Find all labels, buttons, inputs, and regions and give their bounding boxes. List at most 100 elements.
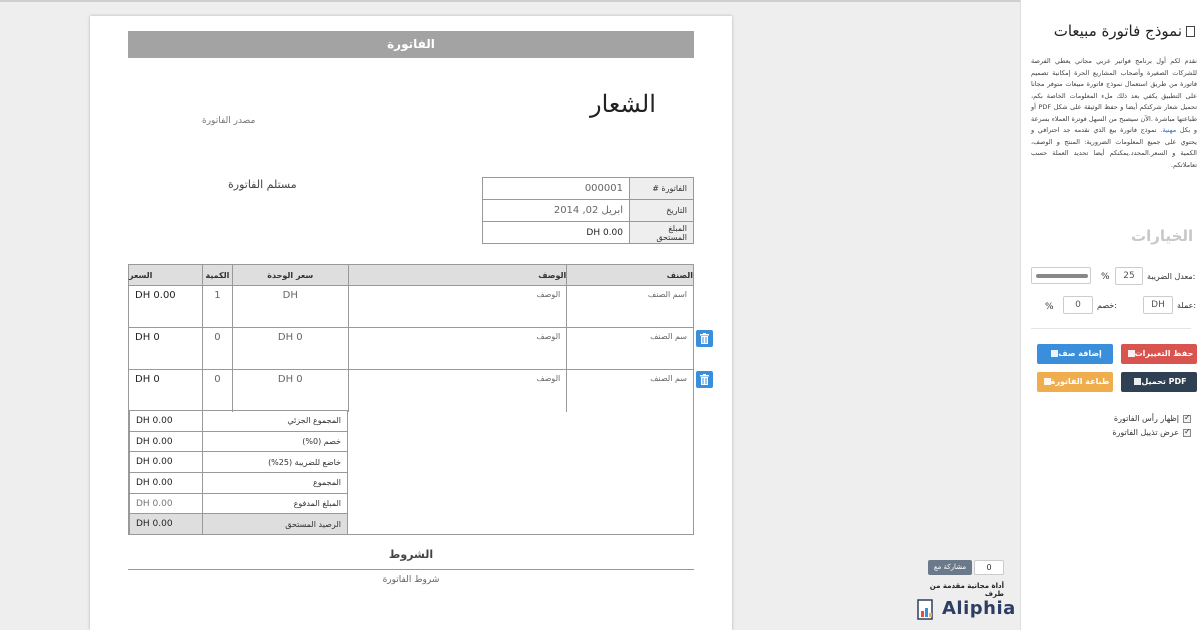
show-header-checkbox[interactable]	[1183, 413, 1191, 423]
print-invoice-button[interactable]: طباعة الفاتورة	[1037, 372, 1113, 392]
share-count: 0	[974, 560, 1004, 575]
table-row: اسم الصنف الوصف DH 1 DH 0.00	[128, 285, 694, 328]
table-row: سم الصنف الوصف DH 0 0 DH 0	[128, 369, 694, 412]
tax-label: معدل الضريبة:	[1147, 272, 1196, 281]
table-row: سم الصنف الوصف DH 0 0 DH 0	[128, 327, 694, 370]
show-footer-checkbox[interactable]	[1183, 427, 1191, 437]
recipient-field[interactable]: مستلم الفاتورة	[228, 178, 297, 191]
col-header-price: السعر	[128, 264, 203, 286]
options-title: الخيارات	[1131, 227, 1194, 245]
logo-placeholder[interactable]: الشعار	[590, 90, 656, 118]
item-description-field[interactable]: الوصف	[347, 327, 568, 370]
item-name-field[interactable]: سم الصنف	[566, 327, 694, 370]
quantity-field[interactable]: 0	[201, 327, 233, 370]
totals-row-discount: خصم (0%) DH 0.00	[129, 430, 349, 453]
share-button[interactable]: مشاركة مع	[928, 560, 972, 575]
aliphia-logo-icon	[917, 599, 933, 620]
brand-name: Aliphia	[942, 598, 1016, 619]
checkbox-label: إظهار رأس الفاتورة	[1113, 414, 1179, 423]
totals-row-taxable: خاضع للضريبة (25%) DH 0.00	[129, 451, 349, 474]
meta-label: المبلغ المستحق	[629, 221, 694, 244]
discount-label: خصم:	[1097, 301, 1117, 310]
sidebar-description: نقدم لكم أول برنامج فواتير عربي مجاني يع…	[1031, 56, 1197, 171]
totals-row-balance: الرصيد المستحق DH 0.00	[129, 513, 349, 536]
options-sidebar: نموذج فاتورة مبيعات نقدم لكم أول برنامج …	[1020, 0, 1200, 630]
totals-row-subtotal: المجموع الجزئي DH 0.00	[129, 410, 349, 432]
row-price: DH 0.00	[128, 285, 203, 328]
totals-row-paid: المبلغ المدفوع DH 0.00	[129, 492, 349, 515]
tax-percent-sign: %	[1101, 272, 1110, 282]
unit-price-field[interactable]: DH 0	[231, 327, 349, 370]
currency-input[interactable]: DH	[1143, 296, 1173, 314]
delete-row-button[interactable]	[696, 371, 713, 388]
totals-label: المجموع	[201, 472, 349, 494]
meta-row-amount-due: المبلغ المستحق DH 0.00	[482, 221, 694, 244]
col-header-item: الصنف	[566, 264, 694, 286]
amount-due-value: DH 0.00	[482, 221, 630, 244]
col-header-description: الوصف	[347, 264, 568, 286]
items-header-row: الصنف الوصف سعر الوحدة الكمية السعر	[128, 264, 694, 286]
items-table: الصنف الوصف سعر الوحدة الكمية السعر اسم …	[128, 264, 694, 412]
description-text: نقدم لكم أول برنامج فواتير عربي مجاني يع…	[1031, 57, 1198, 134]
totals-label: خصم (0%)	[201, 430, 349, 453]
terms-field[interactable]: شروط الفاتورة	[128, 575, 694, 585]
totals-label: المجموع الجزئي	[201, 410, 349, 432]
description-highlight: مهنية.	[1160, 126, 1177, 134]
discount-percent-sign: %	[1045, 302, 1054, 312]
show-footer-option[interactable]: عرض تذييل الفاتورة	[1031, 427, 1191, 437]
terms-divider	[128, 569, 694, 570]
meta-row-number: الفاتورة # 000001	[482, 177, 694, 200]
download-icon	[1134, 378, 1142, 385]
pencil-icon	[1051, 350, 1059, 357]
meta-label: التاريخ	[629, 199, 694, 222]
terms-title: الشروط	[388, 548, 434, 561]
button-label: تحميل PDF	[1141, 377, 1187, 386]
provider-text: أداة مجانية مقدمة من طرف	[929, 582, 1004, 598]
button-label: إضافة صف	[1058, 349, 1102, 358]
totals-label: المبلغ المدفوع	[201, 492, 349, 515]
trash-icon	[700, 333, 709, 344]
quantity-field[interactable]: 0	[201, 369, 233, 412]
totals-table: المجموع الجزئي DH 0.00 خصم (0%) DH 0.00 …	[129, 410, 349, 536]
totals-value: DH 0.00	[129, 472, 203, 494]
invoice-paper: الفاتورة الشعار مصدر الفاتورة مستلم الفا…	[90, 16, 732, 630]
invoice-number-field[interactable]: 000001	[482, 177, 630, 200]
totals-label: الرصيد المستحق	[201, 513, 349, 536]
meta-row-date: التاريخ ابريل 02, 2014	[482, 199, 694, 222]
unit-price-field[interactable]: DH 0	[231, 369, 349, 412]
save-icon	[1127, 350, 1135, 357]
currency-label: عملة:	[1177, 301, 1197, 310]
add-row-button[interactable]: إضافة صف	[1037, 344, 1113, 364]
checkbox-label: عرض تذييل الفاتورة	[1112, 428, 1179, 437]
discount-input[interactable]: 0	[1063, 296, 1093, 314]
sender-field[interactable]: مصدر الفاتورة	[202, 116, 255, 126]
download-pdf-button[interactable]: تحميل PDF	[1121, 372, 1197, 392]
row-price: DH 0	[128, 369, 203, 412]
totals-value: DH 0.00	[129, 410, 203, 432]
totals-value: DH 0.00	[129, 451, 203, 474]
col-header-quantity: الكمية	[201, 264, 233, 286]
invoice-date-field[interactable]: ابريل 02, 2014	[482, 199, 630, 222]
invoice-header-title[interactable]: الفاتورة	[128, 31, 694, 58]
divider	[1031, 328, 1191, 329]
sidebar-title: نموذج فاتورة مبيعات	[1035, 22, 1195, 40]
totals-section: المجموع الجزئي DH 0.00 خصم (0%) DH 0.00 …	[128, 408, 694, 536]
item-name-field[interactable]: اسم الصنف	[566, 285, 694, 328]
meta-label: الفاتورة #	[629, 177, 694, 200]
row-price: DH 0	[128, 327, 203, 370]
tax-rate-input[interactable]: 25	[1115, 267, 1143, 285]
amount-paid-field[interactable]: DH 0.00	[129, 492, 203, 515]
show-header-option[interactable]: إظهار رأس الفاتورة	[1031, 413, 1191, 423]
item-description-field[interactable]: الوصف	[347, 369, 568, 412]
invoice-meta-table: الفاتورة # 000001 التاريخ ابريل 02, 2014…	[482, 177, 694, 244]
unit-price-field[interactable]: DH	[231, 285, 349, 328]
sidebar-title-text: نموذج فاتورة مبيعات	[1053, 22, 1182, 40]
quantity-field[interactable]: 1	[201, 285, 233, 328]
item-name-field[interactable]: سم الصنف	[566, 369, 694, 412]
save-changes-button[interactable]: حفظ التغييرات	[1121, 344, 1197, 364]
tax-rate-slider[interactable]	[1031, 267, 1091, 284]
delete-row-button[interactable]	[696, 330, 713, 347]
item-description-field[interactable]: الوصف	[347, 285, 568, 328]
document-icon	[1186, 26, 1195, 37]
slider-track	[1036, 274, 1088, 278]
